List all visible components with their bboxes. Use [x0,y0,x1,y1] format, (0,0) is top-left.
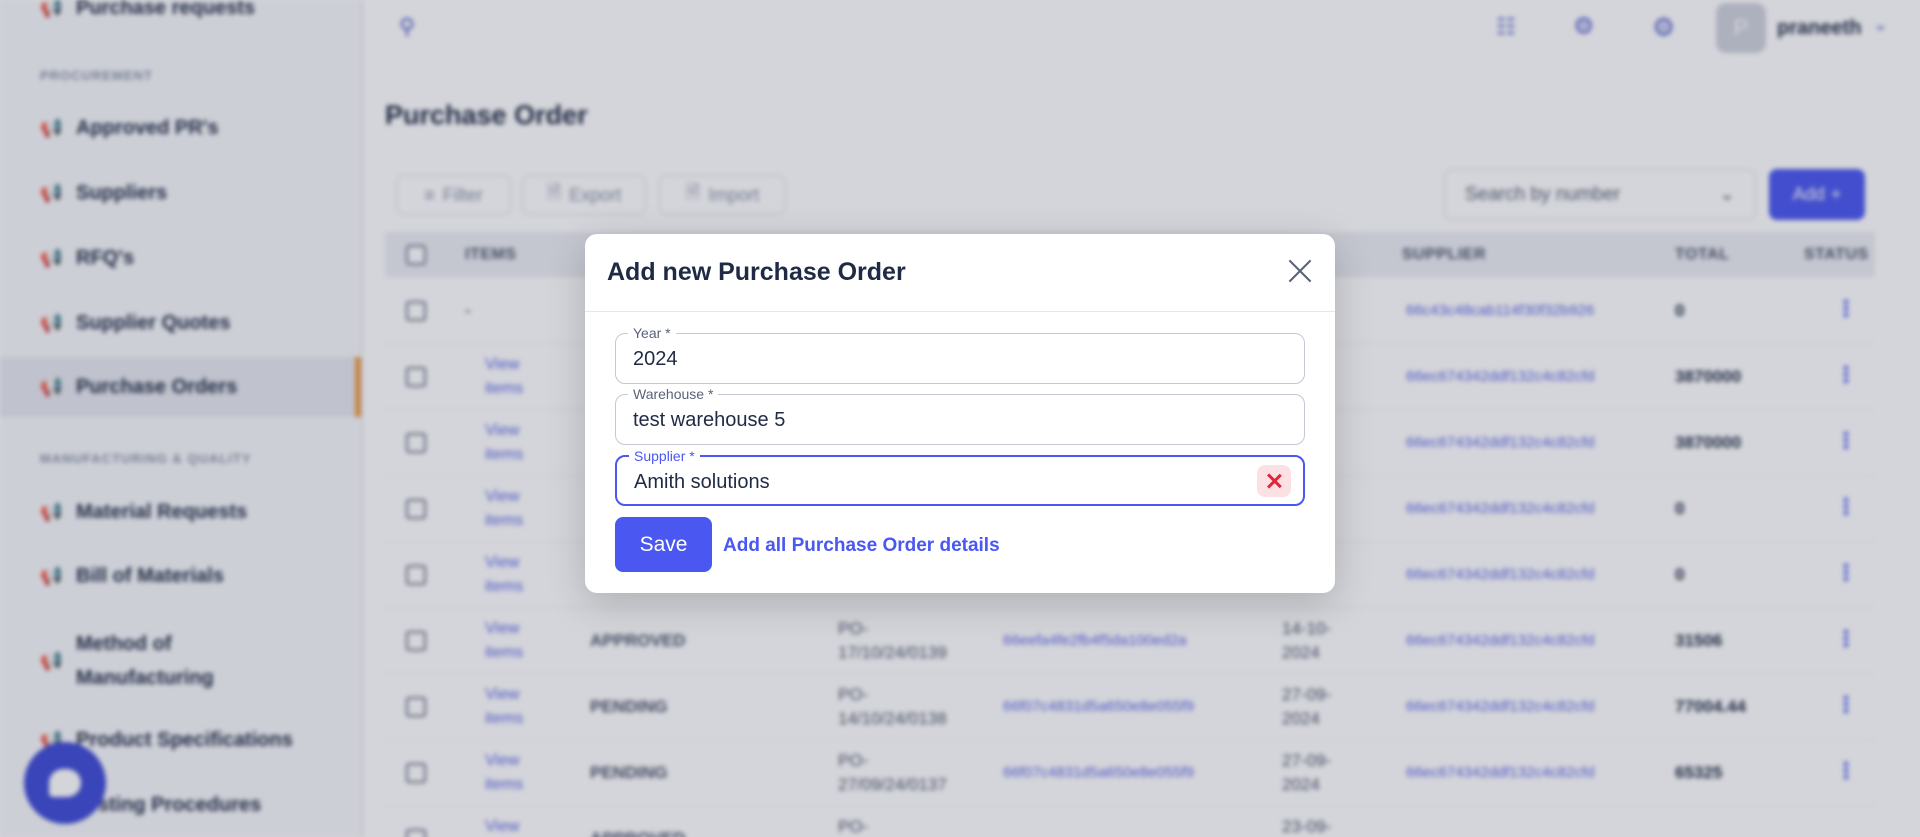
dialog-header: Add new Purchase Order [585,234,1335,312]
year-field-label: Year * [628,325,676,341]
close-icon[interactable] [1287,258,1313,284]
supplier-field-label: Supplier * [629,448,700,464]
dialog-title: Add new Purchase Order [607,258,906,286]
year-field-value: 2024 [633,348,678,370]
add-all-details-link[interactable]: Add all Purchase Order details [723,535,1000,557]
save-button[interactable]: Save [615,517,712,572]
year-field[interactable]: Year * 2024 [615,325,1305,384]
supplier-field[interactable]: Supplier * Amith solutions [615,448,1305,506]
warehouse-field-value: test warehouse 5 [633,409,786,431]
warehouse-field[interactable]: Warehouse * test warehouse 5 [615,386,1305,445]
supplier-field-value: Amith solutions [634,471,770,493]
clear-supplier-icon[interactable] [1257,465,1291,497]
warehouse-field-label: Warehouse * [628,386,719,402]
add-purchase-order-dialog: Add new Purchase Order Year * 2024 Wareh… [585,234,1335,593]
